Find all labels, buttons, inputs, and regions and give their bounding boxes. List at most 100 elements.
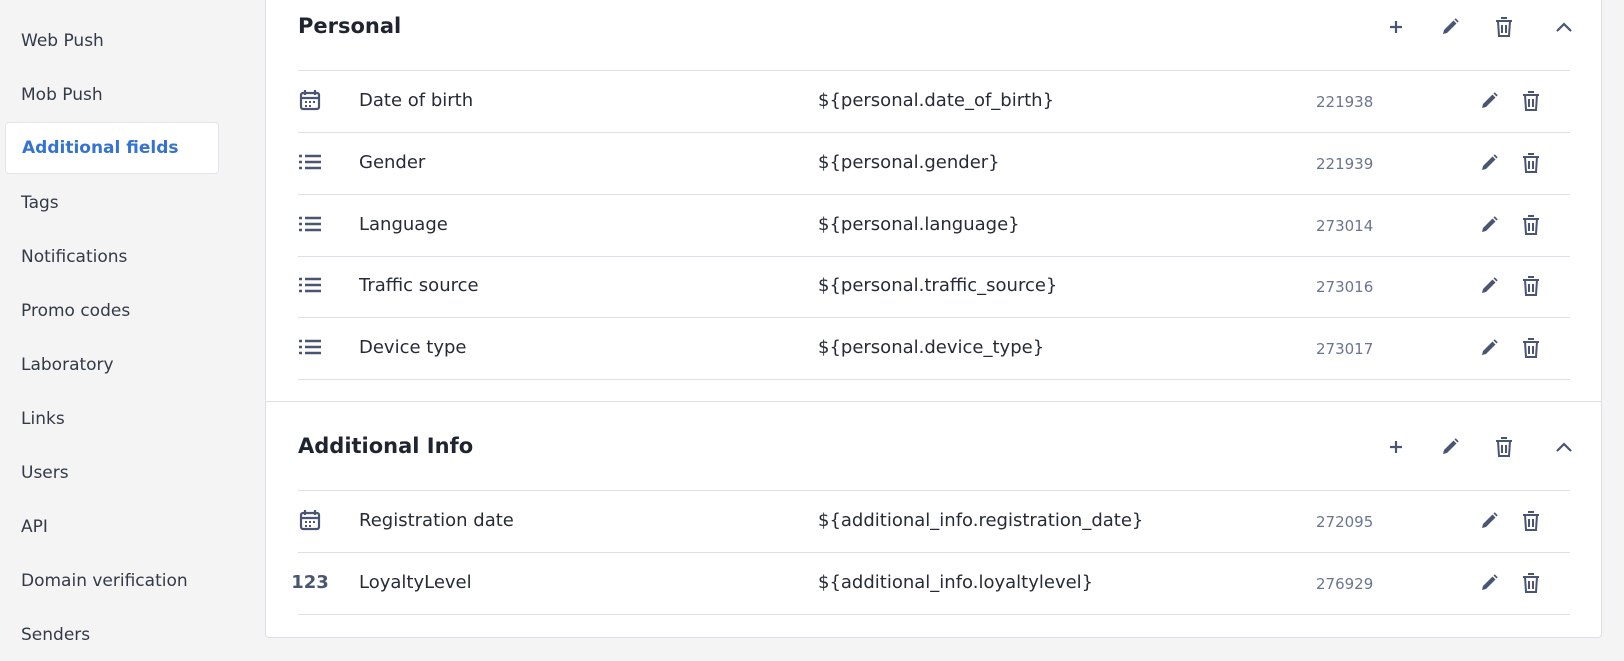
calendar-icon — [298, 87, 322, 113]
row-divider — [298, 379, 1570, 380]
pencil-icon — [1479, 153, 1499, 173]
edit-group-button[interactable] — [1435, 12, 1465, 42]
trash-icon — [1521, 337, 1541, 359]
delete-group-button[interactable] — [1489, 432, 1519, 462]
trash-icon — [1521, 152, 1541, 174]
trash-icon — [1494, 436, 1514, 458]
sidebar-item-label: Tags — [21, 193, 59, 213]
pencil-icon — [1479, 91, 1499, 111]
field-name: Device type — [359, 337, 467, 358]
pencil-icon — [1479, 338, 1499, 358]
sidebar-item-label: API — [21, 517, 48, 537]
sidebar-item-label: Links — [21, 409, 65, 429]
group-actions-additional-info — [266, 432, 1601, 462]
edit-field-button[interactable] — [1474, 271, 1504, 301]
group-actions-personal — [266, 12, 1601, 42]
add-field-button[interactable] — [1381, 432, 1411, 462]
sidebar-item-label: Additional fields — [22, 138, 179, 158]
sidebar-item-api[interactable]: API — [5, 501, 219, 553]
sidebar-item-notifications[interactable]: Notifications — [5, 231, 219, 283]
delete-field-button[interactable] — [1516, 568, 1546, 598]
field-variable: ${personal.date_of_birth} — [818, 90, 1055, 111]
edit-field-button[interactable] — [1474, 506, 1504, 536]
sidebar-item-label: Domain verification — [21, 571, 188, 591]
field-name: Traffic source — [359, 275, 479, 296]
pencil-icon — [1479, 511, 1499, 531]
sidebar-item-laboratory[interactable]: Laboratory — [5, 339, 219, 391]
sidebar-item-mob-push[interactable]: Mob Push — [5, 69, 219, 121]
sidebar: Web Push Mob Push Additional fields Tags… — [0, 0, 265, 649]
trash-icon — [1521, 510, 1541, 532]
pencil-icon — [1479, 276, 1499, 296]
edit-group-button[interactable] — [1435, 432, 1465, 462]
sidebar-item-promo-codes[interactable]: Promo codes — [5, 285, 219, 337]
field-name: Language — [359, 214, 448, 235]
table-row: 123 LoyaltyLevel ${additional_info.loyal… — [291, 553, 1570, 614]
sidebar-item-additional-fields[interactable]: Additional fields — [5, 122, 219, 174]
field-id: 221939 — [1316, 155, 1374, 173]
table-row: Traffic source ${personal.traffic_source… — [298, 256, 1570, 317]
field-name: LoyaltyLevel — [359, 572, 472, 593]
field-name: Date of birth — [359, 90, 474, 111]
field-variable: ${additional_info.registration_date} — [818, 510, 1144, 531]
delete-field-button[interactable] — [1516, 506, 1546, 536]
delete-field-button[interactable] — [1516, 271, 1546, 301]
delete-field-button[interactable] — [1516, 148, 1546, 178]
trash-icon — [1521, 572, 1541, 594]
sidebar-item-label: Notifications — [21, 247, 128, 267]
calendar-icon — [298, 507, 322, 533]
add-field-button[interactable] — [1381, 12, 1411, 42]
edit-field-button[interactable] — [1474, 148, 1504, 178]
field-id: 273014 — [1316, 217, 1374, 235]
sidebar-item-web-push[interactable]: Web Push — [5, 15, 219, 67]
pencil-icon — [1440, 437, 1460, 457]
list-icon — [298, 272, 322, 298]
chevron-up-icon — [1555, 21, 1573, 33]
edit-field-button[interactable] — [1474, 568, 1504, 598]
field-name: Gender — [359, 152, 426, 173]
trash-icon — [1494, 16, 1514, 38]
sidebar-item-senders[interactable]: Senders — [5, 609, 219, 661]
field-name: Registration date — [359, 510, 514, 531]
table-row: Language ${personal.language} 273014 — [298, 195, 1570, 256]
edit-field-button[interactable] — [1474, 86, 1504, 116]
sidebar-item-links[interactable]: Links — [5, 393, 219, 445]
number-icon: 123 — [291, 571, 329, 593]
sidebar-item-label: Promo codes — [21, 301, 131, 321]
pencil-icon — [1479, 573, 1499, 593]
sidebar-item-users[interactable]: Users — [5, 447, 219, 499]
table-row: Device type ${personal.device_type} 2730… — [298, 318, 1570, 379]
field-id: 276929 — [1316, 575, 1374, 593]
delete-group-button[interactable] — [1489, 12, 1519, 42]
pencil-icon — [1440, 17, 1460, 37]
field-variable: ${personal.gender} — [818, 152, 1000, 173]
edit-field-button[interactable] — [1474, 210, 1504, 240]
field-variable: ${personal.device_type} — [818, 337, 1045, 358]
sidebar-item-label: Mob Push — [21, 85, 103, 105]
field-variable: ${personal.language} — [818, 214, 1020, 235]
edit-field-button[interactable] — [1474, 333, 1504, 363]
delete-field-button[interactable] — [1516, 333, 1546, 363]
delete-field-button[interactable] — [1516, 86, 1546, 116]
table-row: Registration date ${additional_info.regi… — [298, 491, 1570, 552]
field-variable: ${additional_info.loyaltylevel} — [818, 572, 1094, 593]
collapse-group-button[interactable] — [1549, 12, 1579, 42]
trash-icon — [1521, 90, 1541, 112]
plus-icon — [1389, 440, 1403, 454]
list-icon — [298, 211, 322, 237]
sidebar-item-label: Web Push — [21, 31, 104, 51]
sidebar-item-label: Laboratory — [21, 355, 114, 375]
fields-panel: Personal Date of birth ${personal.date_o… — [265, 0, 1602, 638]
plus-icon — [1389, 20, 1403, 34]
delete-field-button[interactable] — [1516, 210, 1546, 240]
field-id: 272095 — [1316, 513, 1374, 531]
sidebar-item-domain-verification[interactable]: Domain verification — [5, 555, 219, 607]
collapse-group-button[interactable] — [1549, 432, 1579, 462]
field-id: 221938 — [1316, 93, 1374, 111]
group-separator — [266, 401, 1601, 402]
field-variable: ${personal.traffic_source} — [818, 275, 1058, 296]
list-icon — [298, 334, 322, 360]
sidebar-item-tags[interactable]: Tags — [5, 177, 219, 229]
trash-icon — [1521, 214, 1541, 236]
chevron-up-icon — [1555, 441, 1573, 453]
